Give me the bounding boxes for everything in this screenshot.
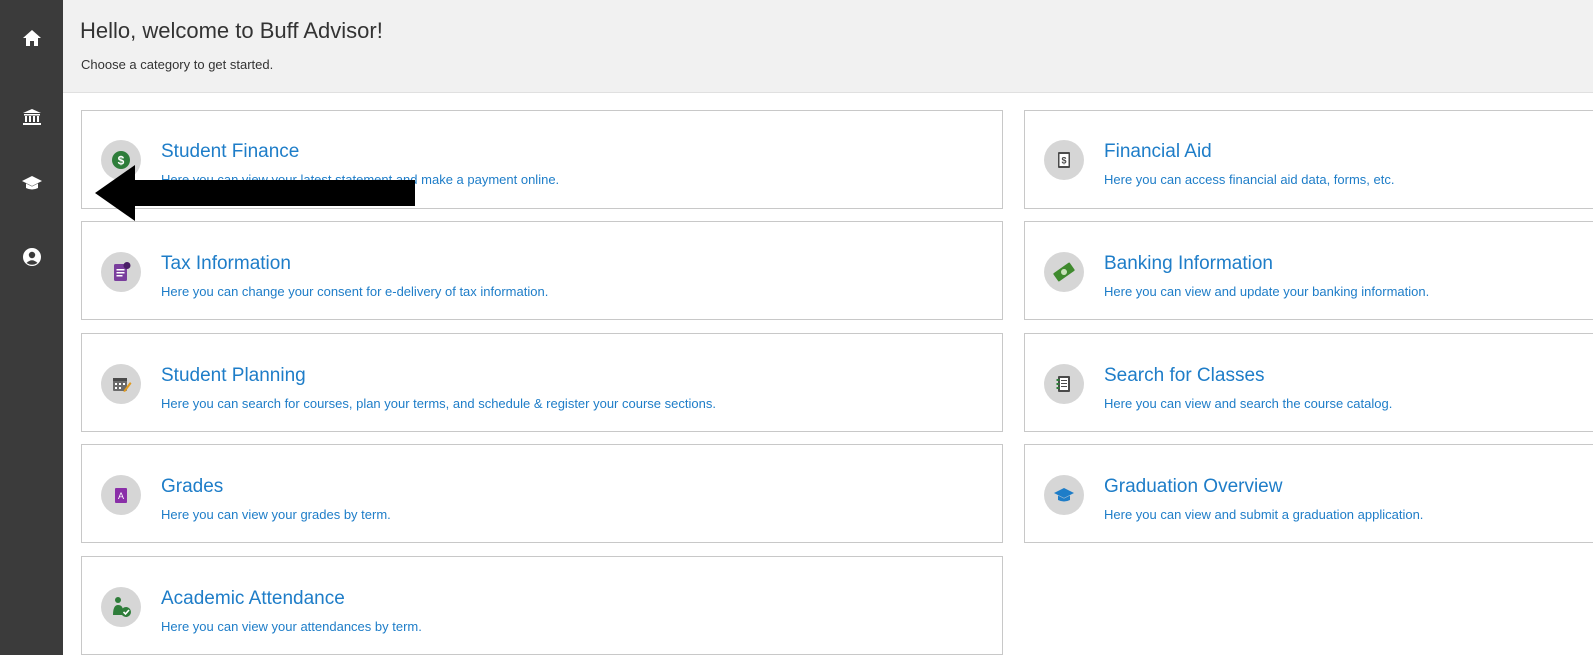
sidebar-item-finance[interactable]: [0, 97, 63, 137]
catalog-book-icon: [1056, 376, 1070, 392]
card-graduation-overview[interactable]: Graduation Overview Here you can view an…: [1024, 444, 1593, 543]
card-title: Banking Information: [1104, 253, 1273, 274]
card-banking-information[interactable]: Banking Information Here you can view an…: [1024, 221, 1593, 320]
graduation-cap-icon: [1054, 488, 1074, 502]
card-title: Student Planning: [161, 365, 306, 386]
dollar-document-icon: $: [1058, 152, 1070, 168]
svg-text:$: $: [118, 154, 125, 168]
card-title: Tax Information: [161, 253, 291, 274]
card-tax-information[interactable]: Tax Information Here you can change your…: [81, 221, 1003, 320]
card-student-planning[interactable]: Student Planning Here you can search for…: [81, 333, 1003, 432]
card-financial-aid[interactable]: $ Financial Aid Here you can access fina…: [1024, 110, 1593, 209]
graduation-cap-icon: [21, 176, 42, 190]
card-description: Here you can search for courses, plan yo…: [161, 396, 716, 411]
dollar-coin-icon: $: [112, 151, 130, 169]
card-title: Search for Classes: [1104, 365, 1265, 386]
attendance-check-icon: [113, 597, 131, 617]
card-icon-wrap: [1044, 475, 1084, 515]
card-description: Here you can view your grades by term.: [161, 507, 391, 522]
bank-icon: [22, 109, 41, 125]
calendar-edit-icon: [113, 378, 132, 392]
card-description: Here you can view your latest statement …: [161, 172, 560, 187]
card-icon-wrap: [101, 364, 141, 404]
card-title: Graduation Overview: [1104, 476, 1283, 497]
tax-document-icon: [114, 262, 131, 281]
sidebar: [0, 0, 63, 655]
sidebar-item-home[interactable]: [0, 18, 63, 58]
page-title: Hello, welcome to Buff Advisor!: [80, 18, 383, 43]
card-student-finance[interactable]: $ Student Finance Here you can view your…: [81, 110, 1003, 209]
money-icon: [1053, 262, 1075, 282]
user-circle-icon: [22, 248, 41, 266]
card-academic-attendance[interactable]: Academic Attendance Here you can view yo…: [81, 556, 1003, 655]
home-icon: [22, 30, 41, 46]
card-icon-wrap: A: [101, 475, 141, 515]
card-description: Here you can view and submit a graduatio…: [1104, 507, 1424, 522]
card-title: Academic Attendance: [161, 588, 345, 609]
card-search-for-classes[interactable]: Search for Classes Here you can view and…: [1024, 333, 1593, 432]
grade-book-icon: A: [115, 488, 127, 503]
svg-text:A: A: [118, 491, 124, 501]
card-title: Financial Aid: [1104, 141, 1212, 162]
card-description: Here you can access financial aid data, …: [1104, 172, 1395, 187]
card-icon-wrap: $: [101, 140, 141, 180]
card-description: Here you can view your attendances by te…: [161, 619, 422, 634]
svg-text:$: $: [1061, 156, 1066, 166]
sidebar-item-academics[interactable]: [0, 163, 63, 203]
card-icon-wrap: [101, 587, 141, 627]
card-icon-wrap: [101, 252, 141, 292]
card-title: Student Finance: [161, 141, 300, 162]
card-description: Here you can view and search the course …: [1104, 396, 1393, 411]
card-description: Here you can view and update your bankin…: [1104, 284, 1430, 299]
card-icon-wrap: [1044, 252, 1084, 292]
card-icon-wrap: [1044, 364, 1084, 404]
page-subtitle: Choose a category to get started.: [81, 57, 274, 72]
card-description: Here you can change your consent for e-d…: [161, 284, 549, 299]
sidebar-item-profile[interactable]: [0, 237, 63, 277]
card-grades[interactable]: A Grades Here you can view your grades b…: [81, 444, 1003, 543]
page-header: Hello, welcome to Buff Advisor! Choose a…: [63, 0, 1593, 93]
card-title: Grades: [161, 476, 224, 497]
card-icon-wrap: $: [1044, 140, 1084, 180]
